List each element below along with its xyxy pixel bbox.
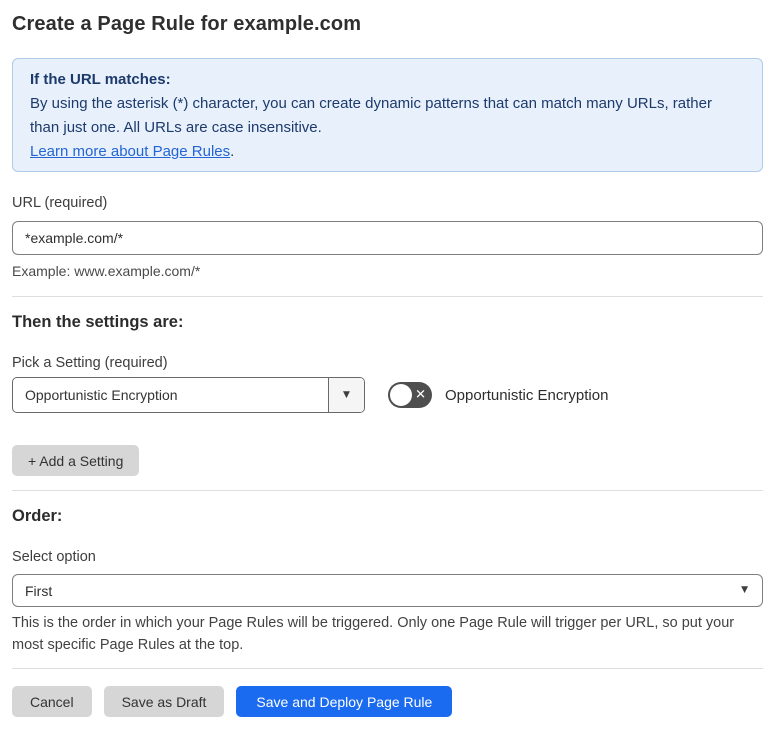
divider [12,490,763,491]
form-actions: Cancel Save as Draft Save and Deploy Pag… [12,686,763,717]
link-suffix: . [230,143,235,160]
toggle-off-x-icon: ✕ [415,387,426,403]
divider [12,296,763,297]
order-heading: Order: [12,507,63,525]
select-arrow-icon: ▼ [741,585,748,595]
create-page-rule-form: Create a Page Rule for example.com If th… [0,12,775,717]
settings-heading: Then the settings are: [12,313,184,331]
setting-dropdown-arrow-button[interactable]: ▼ [328,378,364,412]
setting-row: Opportunistic Encryption ▼ ✕ Opportunist… [12,377,763,413]
opportunistic-encryption-toggle[interactable]: ✕ [388,382,432,408]
toggle-knob [390,384,412,406]
save-draft-button[interactable]: Save as Draft [103,686,225,717]
info-box-heading: If the URL matches: [30,71,171,88]
order-select-label: Select option [12,549,96,565]
order-description: This is the order in which your Page Rul… [12,615,735,653]
url-hint: Example: www.example.com/* [12,263,201,279]
setting-picker-label: Pick a Setting (required) [12,355,168,371]
info-box-link-line: Learn more about Page Rules. [30,140,745,164]
setting-dropdown[interactable]: Opportunistic Encryption ▼ [12,377,365,413]
order-select[interactable]: First ▼ [12,574,763,607]
learn-more-link[interactable]: Learn more about Page Rules [30,143,230,160]
order-select-value: First [25,582,53,599]
page-title: Create a Page Rule for example.com [12,13,362,35]
cancel-button[interactable]: Cancel [12,686,92,717]
save-deploy-button[interactable]: Save and Deploy Page Rule [236,686,453,717]
setting-dropdown-value: Opportunistic Encryption [25,387,178,403]
divider [12,668,763,669]
url-input[interactable] [12,221,763,255]
add-setting-button[interactable]: + Add a Setting [12,445,140,476]
url-match-info-box: If the URL matches: By using the asteris… [12,58,763,172]
chevron-down-icon: ▼ [343,389,350,400]
info-box-body: By using the asterisk (*) character, you… [30,95,712,136]
url-label: URL (required) [12,195,108,211]
toggle-label: Opportunistic Encryption [445,386,609,404]
